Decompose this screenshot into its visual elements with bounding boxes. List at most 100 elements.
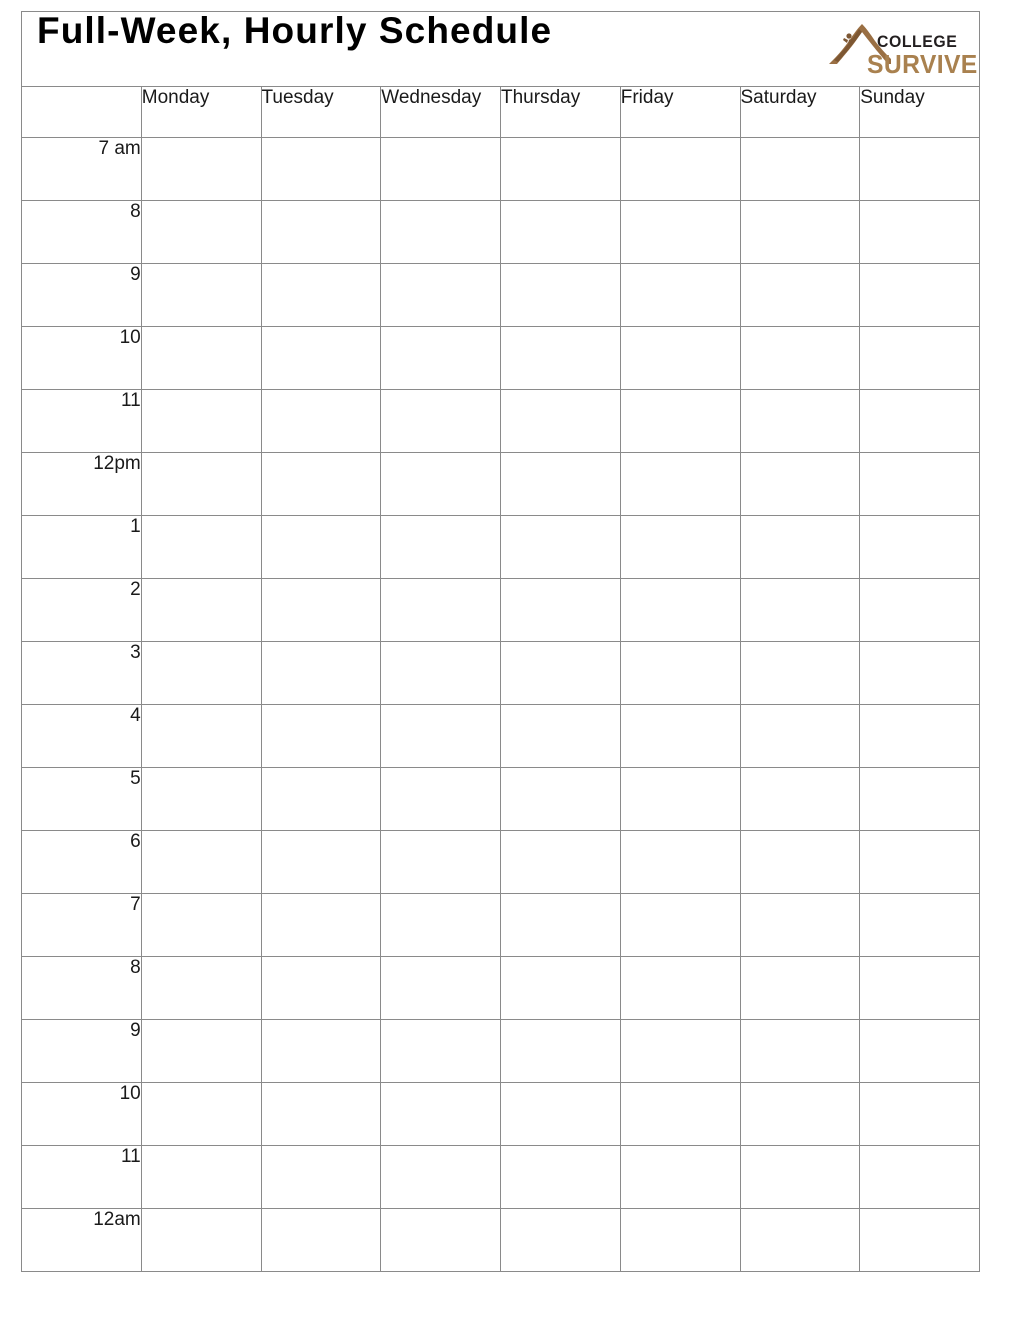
schedule-slot[interactable] xyxy=(739,1082,861,1146)
schedule-slot[interactable] xyxy=(500,767,621,831)
schedule-slot[interactable] xyxy=(260,767,382,831)
schedule-slot[interactable] xyxy=(859,830,980,894)
schedule-slot[interactable] xyxy=(140,704,262,768)
schedule-slot[interactable] xyxy=(859,578,980,642)
schedule-slot[interactable] xyxy=(260,326,382,390)
schedule-slot[interactable] xyxy=(500,578,621,642)
schedule-slot[interactable] xyxy=(859,956,980,1020)
schedule-slot[interactable] xyxy=(619,1082,741,1146)
schedule-slot[interactable] xyxy=(619,137,741,201)
schedule-slot[interactable] xyxy=(380,578,501,642)
schedule-slot[interactable] xyxy=(859,1082,980,1146)
schedule-slot[interactable] xyxy=(859,1145,980,1209)
schedule-slot[interactable] xyxy=(619,704,741,768)
schedule-slot[interactable] xyxy=(140,452,262,516)
schedule-slot[interactable] xyxy=(140,200,262,264)
schedule-slot[interactable] xyxy=(619,641,741,705)
schedule-slot[interactable] xyxy=(859,452,980,516)
schedule-slot[interactable] xyxy=(619,578,741,642)
schedule-slot[interactable] xyxy=(859,389,980,453)
schedule-slot[interactable] xyxy=(859,767,980,831)
schedule-slot[interactable] xyxy=(260,956,382,1020)
schedule-slot[interactable] xyxy=(140,1208,262,1272)
schedule-slot[interactable] xyxy=(859,137,980,201)
schedule-slot[interactable] xyxy=(380,641,501,705)
schedule-slot[interactable] xyxy=(500,1082,621,1146)
schedule-slot[interactable] xyxy=(500,1145,621,1209)
schedule-slot[interactable] xyxy=(739,1208,861,1272)
schedule-slot[interactable] xyxy=(500,263,621,327)
schedule-slot[interactable] xyxy=(140,515,262,579)
schedule-slot[interactable] xyxy=(739,830,861,894)
schedule-slot[interactable] xyxy=(739,578,861,642)
schedule-slot[interactable] xyxy=(140,263,262,327)
schedule-slot[interactable] xyxy=(859,200,980,264)
schedule-slot[interactable] xyxy=(619,893,741,957)
schedule-slot[interactable] xyxy=(739,956,861,1020)
schedule-slot[interactable] xyxy=(260,1019,382,1083)
schedule-slot[interactable] xyxy=(619,1208,741,1272)
schedule-slot[interactable] xyxy=(380,1082,501,1146)
schedule-slot[interactable] xyxy=(739,389,861,453)
schedule-slot[interactable] xyxy=(619,830,741,894)
schedule-slot[interactable] xyxy=(500,893,621,957)
schedule-slot[interactable] xyxy=(260,830,382,894)
schedule-slot[interactable] xyxy=(140,956,262,1020)
schedule-slot[interactable] xyxy=(260,137,382,201)
schedule-slot[interactable] xyxy=(739,137,861,201)
schedule-slot[interactable] xyxy=(500,137,621,201)
schedule-slot[interactable] xyxy=(619,1019,741,1083)
schedule-slot[interactable] xyxy=(500,1208,621,1272)
schedule-slot[interactable] xyxy=(619,515,741,579)
schedule-slot[interactable] xyxy=(619,452,741,516)
schedule-slot[interactable] xyxy=(619,200,741,264)
schedule-slot[interactable] xyxy=(500,200,621,264)
schedule-slot[interactable] xyxy=(380,452,501,516)
schedule-slot[interactable] xyxy=(260,263,382,327)
schedule-slot[interactable] xyxy=(140,641,262,705)
schedule-slot[interactable] xyxy=(380,893,501,957)
schedule-slot[interactable] xyxy=(619,1145,741,1209)
schedule-slot[interactable] xyxy=(739,200,861,264)
schedule-slot[interactable] xyxy=(380,137,501,201)
schedule-slot[interactable] xyxy=(739,1019,861,1083)
schedule-slot[interactable] xyxy=(380,515,501,579)
schedule-slot[interactable] xyxy=(140,578,262,642)
schedule-slot[interactable] xyxy=(500,389,621,453)
schedule-slot[interactable] xyxy=(260,1208,382,1272)
schedule-slot[interactable] xyxy=(859,641,980,705)
schedule-slot[interactable] xyxy=(380,389,501,453)
schedule-slot[interactable] xyxy=(260,389,382,453)
schedule-slot[interactable] xyxy=(500,704,621,768)
schedule-slot[interactable] xyxy=(619,767,741,831)
schedule-slot[interactable] xyxy=(859,704,980,768)
schedule-slot[interactable] xyxy=(380,704,501,768)
schedule-slot[interactable] xyxy=(500,830,621,894)
schedule-slot[interactable] xyxy=(380,830,501,894)
schedule-slot[interactable] xyxy=(140,767,262,831)
schedule-slot[interactable] xyxy=(859,263,980,327)
schedule-slot[interactable] xyxy=(859,893,980,957)
schedule-slot[interactable] xyxy=(739,641,861,705)
schedule-slot[interactable] xyxy=(859,515,980,579)
schedule-slot[interactable] xyxy=(140,893,262,957)
schedule-slot[interactable] xyxy=(140,830,262,894)
schedule-slot[interactable] xyxy=(500,1019,621,1083)
schedule-slot[interactable] xyxy=(859,1208,980,1272)
schedule-slot[interactable] xyxy=(140,1082,262,1146)
schedule-slot[interactable] xyxy=(739,1145,861,1209)
schedule-slot[interactable] xyxy=(140,1019,262,1083)
schedule-slot[interactable] xyxy=(500,641,621,705)
schedule-slot[interactable] xyxy=(140,1145,262,1209)
schedule-slot[interactable] xyxy=(380,263,501,327)
schedule-slot[interactable] xyxy=(380,1208,501,1272)
schedule-slot[interactable] xyxy=(739,767,861,831)
schedule-slot[interactable] xyxy=(380,767,501,831)
schedule-slot[interactable] xyxy=(739,263,861,327)
schedule-slot[interactable] xyxy=(140,137,262,201)
schedule-slot[interactable] xyxy=(500,956,621,1020)
schedule-slot[interactable] xyxy=(500,326,621,390)
schedule-slot[interactable] xyxy=(140,326,262,390)
schedule-slot[interactable] xyxy=(260,641,382,705)
schedule-slot[interactable] xyxy=(859,326,980,390)
